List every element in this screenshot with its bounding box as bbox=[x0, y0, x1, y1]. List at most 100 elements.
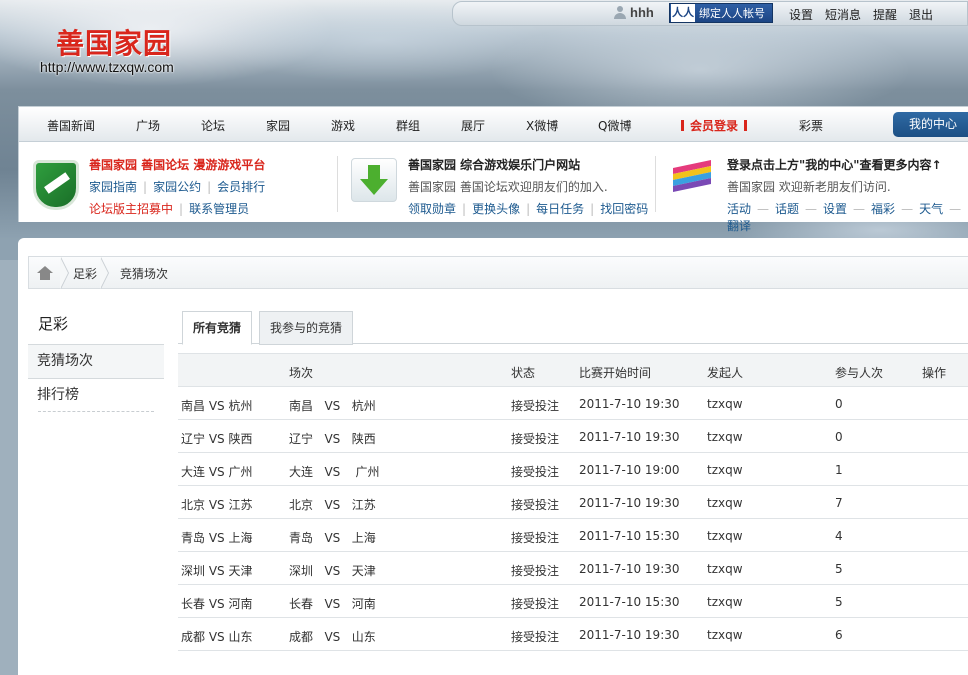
match-status: 接受投注 bbox=[511, 531, 560, 545]
tab-all-bets[interactable]: 所有竞猜 bbox=[182, 311, 253, 345]
match-creator-link[interactable]: tzxqw bbox=[707, 496, 743, 510]
match-creator-link[interactable]: tzxqw bbox=[707, 529, 743, 543]
link-separator: | bbox=[143, 180, 148, 194]
my-center-button[interactable]: 我的中心 bbox=[893, 112, 968, 137]
info-block-portal: 善国家园 综合游戏娱乐门户网站 善国家园 善国论坛欢迎朋友们的加入. 领取勋章 |… bbox=[408, 156, 648, 217]
nav-item-news[interactable]: 善国新闻 bbox=[47, 117, 95, 134]
site-logo[interactable]: 善国家园 bbox=[56, 22, 172, 62]
user-icon bbox=[613, 5, 627, 20]
settings-link[interactable]: 设置 bbox=[789, 6, 813, 23]
match-title-link[interactable]: 成都 VS 山东 bbox=[181, 628, 252, 645]
match-teams: 南昌 VS 杭州 bbox=[289, 399, 376, 413]
table-row: 大连 VS 广州 大连 VS 广州 接受投注 2011-7-10 19:00 tzxqw… bbox=[178, 453, 968, 486]
contact-admin-link[interactable]: 联系管理员 bbox=[189, 202, 249, 216]
match-status: 接受投注 bbox=[511, 432, 560, 446]
renren-logo-icon: 人人 bbox=[671, 4, 695, 22]
table-row: 成都 VS 山东 成都 VS 山东 接受投注 2011-7-10 19:30 tzxqw… bbox=[178, 618, 968, 651]
match-status: 接受投注 bbox=[511, 498, 560, 512]
daily-task-link[interactable]: 每日任务 bbox=[536, 202, 584, 216]
settings-link-2[interactable]: 设置 bbox=[823, 202, 847, 216]
match-creator-link[interactable]: tzxqw bbox=[707, 562, 743, 576]
nav-item-q-weibo[interactable]: Q微博 bbox=[598, 117, 631, 134]
match-title-link[interactable]: 深圳 VS 天津 bbox=[181, 562, 252, 579]
match-status: 接受投注 bbox=[511, 630, 560, 644]
nav-item-plaza[interactable]: 广场 bbox=[136, 117, 160, 134]
messages-link[interactable]: 短消息 bbox=[825, 6, 861, 23]
breadcrumb-item-matches: 竞猜场次 bbox=[120, 267, 169, 281]
match-title-link[interactable]: 南昌 VS 杭州 bbox=[181, 397, 252, 414]
avatar-link[interactable]: 更换头像 bbox=[472, 202, 520, 216]
match-title-link[interactable]: 青岛 VS 上海 bbox=[181, 529, 252, 546]
match-creator-link[interactable]: tzxqw bbox=[707, 595, 743, 609]
tab-my-bets[interactable]: 我参与的竞猜 bbox=[259, 311, 354, 345]
nav-item-groups[interactable]: 群组 bbox=[396, 117, 420, 134]
column-header-participants: 参与人次 bbox=[835, 366, 884, 380]
nav-item-forum[interactable]: 论坛 bbox=[201, 117, 225, 134]
nav-item-games[interactable]: 游戏 bbox=[331, 117, 355, 134]
guide-link[interactable]: 家园指南 bbox=[89, 180, 137, 194]
match-creator-link[interactable]: tzxqw bbox=[707, 628, 743, 642]
column-header-creator: 发起人 bbox=[707, 366, 744, 380]
welfare-lottery-link[interactable]: 福彩 bbox=[871, 202, 895, 216]
table-header: 场次 状态 比赛开始时间 发起人 参与人次 操作 bbox=[178, 353, 968, 387]
bind-renren-button[interactable]: 人人 绑定人人帐号 bbox=[669, 3, 773, 23]
match-start-time: 2011-7-10 19:30 bbox=[579, 430, 680, 444]
member-login-label: 会员登录 bbox=[690, 119, 739, 133]
match-status: 接受投注 bbox=[511, 564, 560, 578]
link-separator: — bbox=[853, 202, 866, 216]
recover-password-link[interactable]: 找回密码 bbox=[600, 202, 648, 216]
match-title-link[interactable]: 北京 VS 江苏 bbox=[181, 496, 252, 513]
match-start-time: 2011-7-10 19:30 bbox=[579, 397, 680, 411]
link-separator: | bbox=[207, 180, 212, 194]
sidebar-title: 足彩 bbox=[38, 315, 69, 333]
link-separator: — bbox=[757, 202, 770, 216]
info-strip: 善国家园 善国论坛 漫游游戏平台 家园指南 | 家园公约 | 会员排行 论坛版主招募中 |… bbox=[18, 142, 968, 233]
match-title-link[interactable]: 长春 VS 河南 bbox=[181, 595, 252, 612]
column-header-actions: 操作 bbox=[922, 366, 947, 380]
nav-item-home[interactable]: 家园 bbox=[266, 117, 290, 134]
match-title-link[interactable]: 辽宁 VS 陕西 bbox=[181, 430, 252, 447]
rules-link[interactable]: 家园公约 bbox=[153, 180, 201, 194]
match-creator-link[interactable]: tzxqw bbox=[707, 463, 743, 477]
topic-link[interactable]: 话题 bbox=[775, 202, 799, 216]
match-start-time: 2011-7-10 19:30 bbox=[579, 496, 680, 510]
table-row: 青岛 VS 上海 青岛 VS 上海 接受投注 2011-7-10 15:30 tzxqw… bbox=[178, 519, 968, 552]
notifications-link[interactable]: 提醒 bbox=[873, 6, 897, 23]
match-creator-link[interactable]: tzxqw bbox=[707, 397, 743, 411]
logout-link[interactable]: 退出 bbox=[909, 6, 933, 23]
match-creator-link[interactable]: tzxqw bbox=[707, 430, 743, 444]
match-title-link[interactable]: 大连 VS 广州 bbox=[181, 463, 252, 480]
participant-count: 1 bbox=[835, 463, 843, 477]
activity-link[interactable]: 活动 bbox=[727, 202, 751, 216]
match-start-time: 2011-7-10 15:30 bbox=[579, 595, 680, 609]
user-info[interactable]: hhh bbox=[613, 5, 654, 20]
sidebar-item-ranking[interactable]: 排行榜 bbox=[28, 378, 164, 412]
match-start-time: 2011-7-10 19:00 bbox=[579, 463, 680, 477]
sidebar-item-matches[interactable]: 竞猜场次 bbox=[28, 344, 164, 378]
table-row: 辽宁 VS 陕西 辽宁 VS 陕西 接受投注 2011-7-10 19:30 tzxqw… bbox=[178, 420, 968, 453]
nav-item-gallery[interactable]: 展厅 bbox=[461, 117, 485, 134]
username[interactable]: hhh bbox=[630, 5, 654, 20]
nav-item-x-weibo[interactable]: X微博 bbox=[526, 117, 558, 134]
home-icon[interactable] bbox=[37, 266, 53, 280]
breadcrumb-item-lottery[interactable]: 足彩 bbox=[73, 265, 97, 282]
top-links: 设置 短消息 提醒 退出 bbox=[789, 6, 933, 23]
match-start-time: 2011-7-10 19:30 bbox=[579, 562, 680, 576]
link-separator: | bbox=[590, 202, 595, 216]
weather-link[interactable]: 天气 bbox=[919, 202, 943, 216]
info-desc: 善国家园 欢迎新老朋友们访问. bbox=[727, 180, 891, 194]
nav-item-member-login[interactable]: 会员登录 bbox=[675, 117, 753, 134]
link-separator: | bbox=[179, 202, 184, 216]
link-separator: — bbox=[805, 202, 818, 216]
medal-link[interactable]: 领取勋章 bbox=[408, 202, 456, 216]
breadcrumb: 足彩 竞猜场次 bbox=[28, 256, 968, 289]
ranking-link[interactable]: 会员排行 bbox=[217, 180, 265, 194]
table-row: 南昌 VS 杭州 南昌 VS 杭州 接受投注 2011-7-10 19:30 tzxqw… bbox=[178, 387, 968, 420]
translate-link[interactable]: 翻译 bbox=[727, 219, 751, 233]
recruit-link[interactable]: 论坛版主招募中 bbox=[89, 202, 173, 216]
nav-item-lottery[interactable]: 彩票 bbox=[799, 117, 823, 134]
divider bbox=[655, 156, 656, 212]
match-start-time: 2011-7-10 19:30 bbox=[579, 628, 680, 642]
match-teams: 成都 VS 山东 bbox=[289, 630, 376, 644]
match-teams: 大连 VS 广州 bbox=[289, 465, 380, 479]
